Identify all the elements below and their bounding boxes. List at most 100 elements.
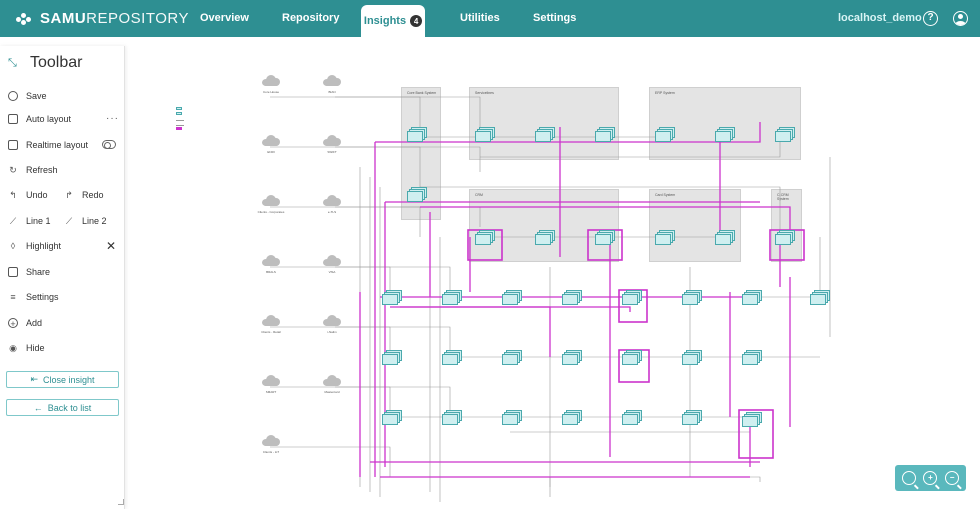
application-node[interactable] bbox=[742, 350, 762, 366]
application-node[interactable] bbox=[407, 187, 427, 203]
user-name[interactable]: localhost_demo bbox=[838, 0, 922, 37]
application-node[interactable] bbox=[775, 127, 795, 143]
cloud-icon[interactable] bbox=[323, 195, 341, 206]
line1-button[interactable]: ⟋ Line 1 bbox=[8, 213, 51, 229]
application-node[interactable] bbox=[595, 127, 615, 143]
cloud-icon[interactable] bbox=[262, 75, 280, 86]
share-button[interactable]: Share bbox=[8, 264, 50, 280]
cloud-icon[interactable] bbox=[262, 375, 280, 386]
back-to-list-button[interactable]: ← Back to list bbox=[6, 399, 119, 416]
cloud-icon[interactable] bbox=[262, 315, 280, 326]
application-node[interactable] bbox=[562, 350, 582, 366]
auto-layout-button[interactable]: Auto layout bbox=[8, 111, 71, 127]
nav-utilities[interactable]: Utilities bbox=[460, 0, 500, 37]
save-icon bbox=[8, 91, 18, 101]
nav-settings[interactable]: Settings bbox=[533, 0, 576, 37]
realtime-layout-label: Realtime layout bbox=[26, 140, 89, 150]
cloud-label: SWIFT bbox=[327, 150, 337, 154]
top-navigation-bar: SAMU REPOSITORY Overview Repository Insig… bbox=[0, 0, 980, 37]
application-node[interactable] bbox=[562, 290, 582, 306]
help-icon[interactable]: ? bbox=[923, 11, 938, 26]
application-node[interactable] bbox=[502, 410, 522, 426]
application-node[interactable] bbox=[382, 290, 402, 306]
nav-overview[interactable]: Overview bbox=[200, 0, 249, 37]
close-insight-button[interactable]: ⇤ Close insight bbox=[6, 371, 119, 388]
cloud-icon[interactable] bbox=[323, 135, 341, 146]
application-node[interactable] bbox=[502, 290, 522, 306]
application-node[interactable] bbox=[655, 230, 675, 246]
application-node[interactable] bbox=[682, 350, 702, 366]
application-node[interactable] bbox=[682, 410, 702, 426]
cloud-icon[interactable] bbox=[262, 435, 280, 446]
application-node[interactable] bbox=[442, 290, 462, 306]
realtime-layout-toggle[interactable] bbox=[102, 140, 116, 149]
resize-handle-icon[interactable] bbox=[118, 499, 124, 505]
connection-line bbox=[390, 476, 551, 497]
cloud-label: SMART bbox=[265, 390, 277, 394]
application-node[interactable] bbox=[475, 127, 495, 143]
zoom-controls: + − bbox=[895, 465, 966, 491]
line-icon: ⟋ bbox=[65, 216, 73, 226]
cloud-icon[interactable] bbox=[323, 75, 341, 86]
application-node[interactable] bbox=[382, 350, 402, 366]
cloud-icon[interactable] bbox=[262, 135, 280, 146]
cloud-icon[interactable] bbox=[323, 375, 341, 386]
application-node[interactable] bbox=[682, 290, 702, 306]
zoom-out-icon[interactable]: − bbox=[945, 471, 960, 485]
nav-insights[interactable]: Insights 4 bbox=[361, 5, 425, 37]
highlight-button[interactable]: ◊ Highlight bbox=[8, 238, 61, 254]
application-node[interactable] bbox=[622, 350, 642, 366]
auto-layout-label: Auto layout bbox=[26, 114, 72, 124]
cloud-label: ENRI bbox=[267, 150, 275, 154]
application-node[interactable] bbox=[442, 350, 462, 366]
application-node[interactable] bbox=[742, 290, 762, 306]
undo-button[interactable]: ↰ Undo bbox=[8, 187, 47, 203]
application-node[interactable] bbox=[810, 290, 830, 306]
application-node[interactable] bbox=[535, 127, 555, 143]
nav-repository[interactable]: Repository bbox=[282, 0, 339, 37]
cloud-icon[interactable] bbox=[323, 255, 341, 266]
line2-button[interactable]: ⟋ Line 2 bbox=[64, 213, 107, 229]
cloud-label: BIAN bbox=[328, 90, 336, 94]
application-node[interactable] bbox=[622, 410, 642, 426]
application-node[interactable] bbox=[775, 230, 795, 246]
application-node[interactable] bbox=[715, 127, 735, 143]
application-node[interactable] bbox=[407, 127, 427, 143]
highlight-clear-icon[interactable]: ✕ bbox=[106, 239, 116, 253]
add-button[interactable]: + Add bbox=[8, 315, 42, 331]
cloud-label: Core House bbox=[262, 90, 279, 94]
application-node[interactable] bbox=[502, 350, 522, 366]
samu-logo[interactable]: SAMU REPOSITORY bbox=[16, 10, 189, 27]
application-node[interactable] bbox=[442, 410, 462, 426]
application-node[interactable] bbox=[595, 230, 615, 246]
highlight-label: Highlight bbox=[26, 241, 62, 251]
settings-button[interactable]: ≡ Settings bbox=[8, 289, 58, 305]
auto-layout-more-button[interactable]: ··· bbox=[106, 113, 119, 124]
zoom-in-icon[interactable]: + bbox=[923, 471, 938, 485]
application-node[interactable] bbox=[742, 412, 762, 428]
cloud-icon[interactable] bbox=[262, 195, 280, 206]
application-node[interactable] bbox=[475, 230, 495, 246]
application-node[interactable] bbox=[535, 230, 555, 246]
logo-icon bbox=[16, 12, 34, 25]
cloud-icon[interactable] bbox=[262, 255, 280, 266]
zoom-fit-icon[interactable] bbox=[901, 471, 916, 485]
application-node[interactable] bbox=[622, 290, 642, 306]
application-node[interactable] bbox=[715, 230, 735, 246]
cloud-label: e-TLS bbox=[327, 210, 337, 214]
user-avatar-icon[interactable] bbox=[953, 11, 968, 26]
line2-label: Line 2 bbox=[82, 216, 107, 226]
redo-button[interactable]: ↱ Redo bbox=[64, 187, 103, 203]
refresh-icon: ↻ bbox=[9, 165, 17, 175]
logo-text-regular: REPOSITORY bbox=[86, 10, 189, 27]
application-node[interactable] bbox=[655, 127, 675, 143]
application-node[interactable] bbox=[382, 410, 402, 426]
refresh-button[interactable]: ↻ Refresh bbox=[8, 162, 57, 178]
save-button[interactable]: Save bbox=[8, 88, 47, 104]
connection-line bbox=[400, 306, 551, 357]
application-node[interactable] bbox=[562, 410, 582, 426]
diagram-canvas[interactable]: Core Bank System Servicelines ERP System… bbox=[130, 37, 980, 509]
hide-button[interactable]: ◉ Hide bbox=[8, 340, 44, 356]
collapse-arrows-icon[interactable]: ⤡ bbox=[8, 56, 22, 70]
cloud-icon[interactable] bbox=[323, 315, 341, 326]
